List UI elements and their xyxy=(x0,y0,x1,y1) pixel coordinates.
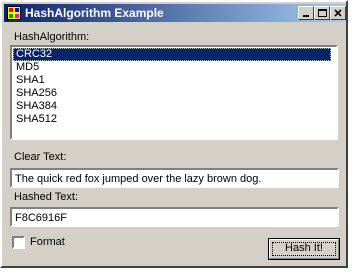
list-item-sha512[interactable]: SHA512 xyxy=(13,113,331,126)
format-label[interactable]: Format xyxy=(30,236,65,248)
list-item-sha1[interactable]: SHA1 xyxy=(13,74,331,87)
format-checkbox[interactable] xyxy=(12,236,25,249)
window-title: HashAlgorithm Example xyxy=(25,6,164,20)
hash-it-button[interactable]: Hash It! xyxy=(268,238,340,260)
hash-it-button-label: Hash It! xyxy=(285,242,323,254)
close-icon xyxy=(334,9,342,17)
maximize-icon xyxy=(318,9,327,17)
list-item-sha384[interactable]: SHA384 xyxy=(13,100,331,113)
hash-algorithm-listbox[interactable]: CRC32 MD5 SHA1 SHA256 SHA384 SHA512 xyxy=(10,45,338,140)
hash-algorithm-label: HashAlgorithm: xyxy=(14,31,90,43)
hashed-text-label: Hashed Text: xyxy=(14,191,79,203)
maximize-button[interactable] xyxy=(314,6,330,20)
minimize-icon xyxy=(303,15,309,17)
hashed-text-field[interactable]: F8C6916F xyxy=(10,207,339,227)
title-bar[interactable]: HashAlgorithm Example xyxy=(4,4,346,22)
app-icon xyxy=(7,6,21,20)
clear-text-label: Clear Text: xyxy=(14,151,67,163)
close-button[interactable] xyxy=(330,6,346,20)
list-item-sha256[interactable]: SHA256 xyxy=(13,87,331,100)
list-item-md5[interactable]: MD5 xyxy=(13,61,331,74)
list-item-crc32[interactable]: CRC32 xyxy=(13,48,331,61)
minimize-button[interactable] xyxy=(298,6,314,20)
clear-text-field[interactable]: The quick red fox jumped over the lazy b… xyxy=(10,168,339,188)
